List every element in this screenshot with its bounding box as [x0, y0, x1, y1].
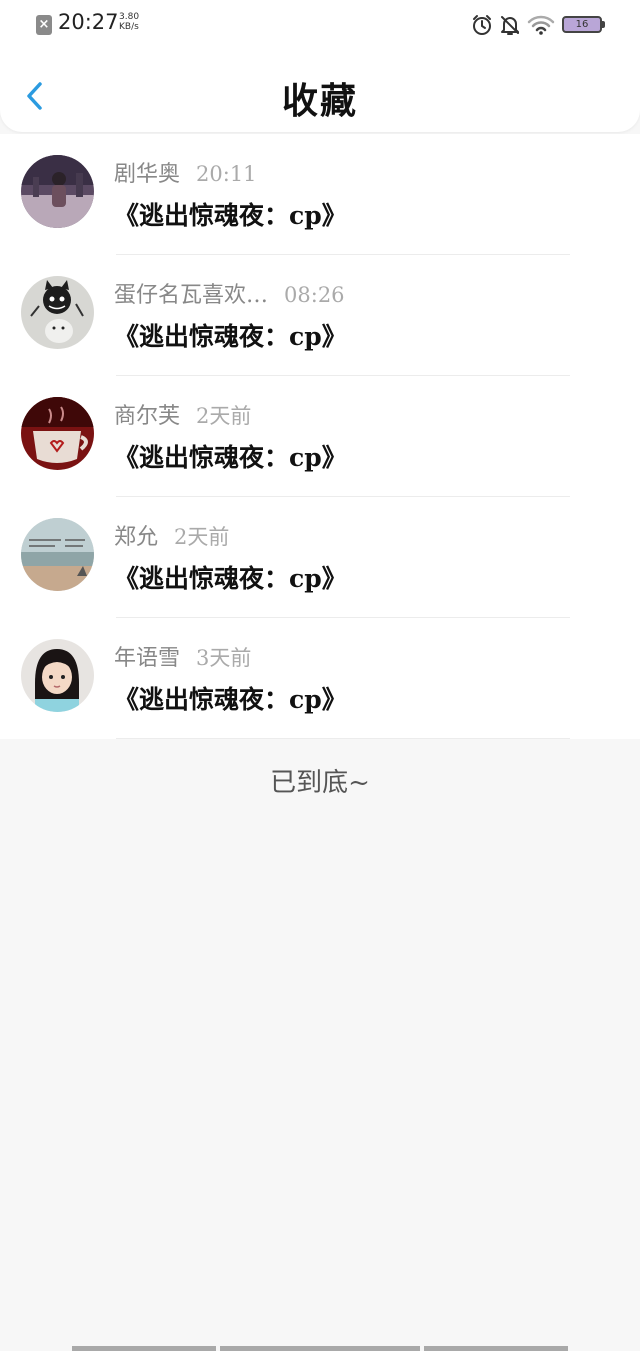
bell-muted-icon: [501, 16, 519, 35]
bottom-indicator: [0, 1346, 640, 1351]
battery-tip: [602, 21, 605, 28]
bottom-indicator-segment: [72, 1346, 216, 1351]
list-item[interactable]: 年语雪 3天前 《逃出惊魂夜：cp》: [0, 618, 640, 739]
bottom-indicator-segment: [424, 1346, 568, 1351]
list-item[interactable]: 剧华奥 20:11 《逃出惊魂夜：cp》: [0, 134, 640, 255]
author-line: 剧华奥 20:11: [114, 156, 257, 188]
divider: [116, 738, 570, 739]
network-speed-unit: KB/s: [119, 22, 139, 32]
author-name[interactable]: 剧华奥: [114, 162, 180, 187]
timestamp: 2天前: [196, 404, 252, 428]
author-line: 郑允 2天前: [114, 519, 229, 551]
author-name[interactable]: 蛋仔名瓦喜欢…: [114, 283, 268, 308]
author-line: 年语雪 3天前: [114, 640, 251, 672]
author-line: 商尔芙 2天前: [114, 398, 251, 430]
avatar[interactable]: [21, 518, 94, 591]
timestamp: 2天前: [174, 525, 230, 549]
author-name[interactable]: 郑允: [114, 525, 158, 550]
bottom-indicator-segment: [220, 1346, 420, 1351]
network-speed-value: 3.80: [119, 12, 140, 22]
avatar[interactable]: [21, 639, 94, 712]
top-bar: × 20:27 3.80 KB/s 16 收藏: [0, 0, 640, 132]
avatar[interactable]: [21, 276, 94, 349]
list-item[interactable]: 商尔芙 2天前 《逃出惊魂夜：cp》: [0, 376, 640, 497]
author-name[interactable]: 商尔芙: [114, 404, 180, 429]
author-name[interactable]: 年语雪: [114, 646, 180, 671]
timestamp: 3天前: [196, 646, 252, 670]
list-item[interactable]: 蛋仔名瓦喜欢… 08:26 《逃出惊魂夜：cp》: [0, 255, 640, 376]
story-title[interactable]: 《逃出惊魂夜：cp》: [114, 196, 347, 232]
favorites-list: 剧华奥 20:11 《逃出惊魂夜：cp》 蛋仔名瓦喜欢… 08:26 《逃出惊魂夜：…: [0, 134, 640, 739]
story-title[interactable]: 《逃出惊魂夜：cp》: [114, 559, 347, 595]
battery-level: 16: [575, 19, 589, 30]
author-line: 蛋仔名瓦喜欢… 08:26: [114, 277, 345, 309]
story-title[interactable]: 《逃出惊魂夜：cp》: [114, 680, 347, 716]
story-title[interactable]: 《逃出惊魂夜：cp》: [114, 438, 347, 474]
status-time: 20:27: [58, 10, 119, 34]
battery-icon: 16: [562, 16, 602, 33]
wifi-icon: [527, 15, 555, 35]
timestamp: 08:26: [284, 283, 345, 307]
end-of-list-text: 已到底~: [270, 768, 370, 798]
page-title: 收藏: [281, 80, 358, 122]
status-bar: × 20:27 3.80 KB/s 16: [0, 0, 640, 50]
timestamp: 20:11: [196, 162, 257, 186]
story-title[interactable]: 《逃出惊魂夜：cp》: [114, 317, 347, 353]
list-item[interactable]: 郑允 2天前 《逃出惊魂夜：cp》: [0, 497, 640, 618]
close-notification-icon: ×: [36, 15, 52, 35]
avatar[interactable]: [21, 155, 94, 228]
alarm-icon: [473, 15, 491, 35]
network-speed: 3.80 KB/s: [119, 12, 149, 32]
avatar[interactable]: [21, 397, 94, 470]
